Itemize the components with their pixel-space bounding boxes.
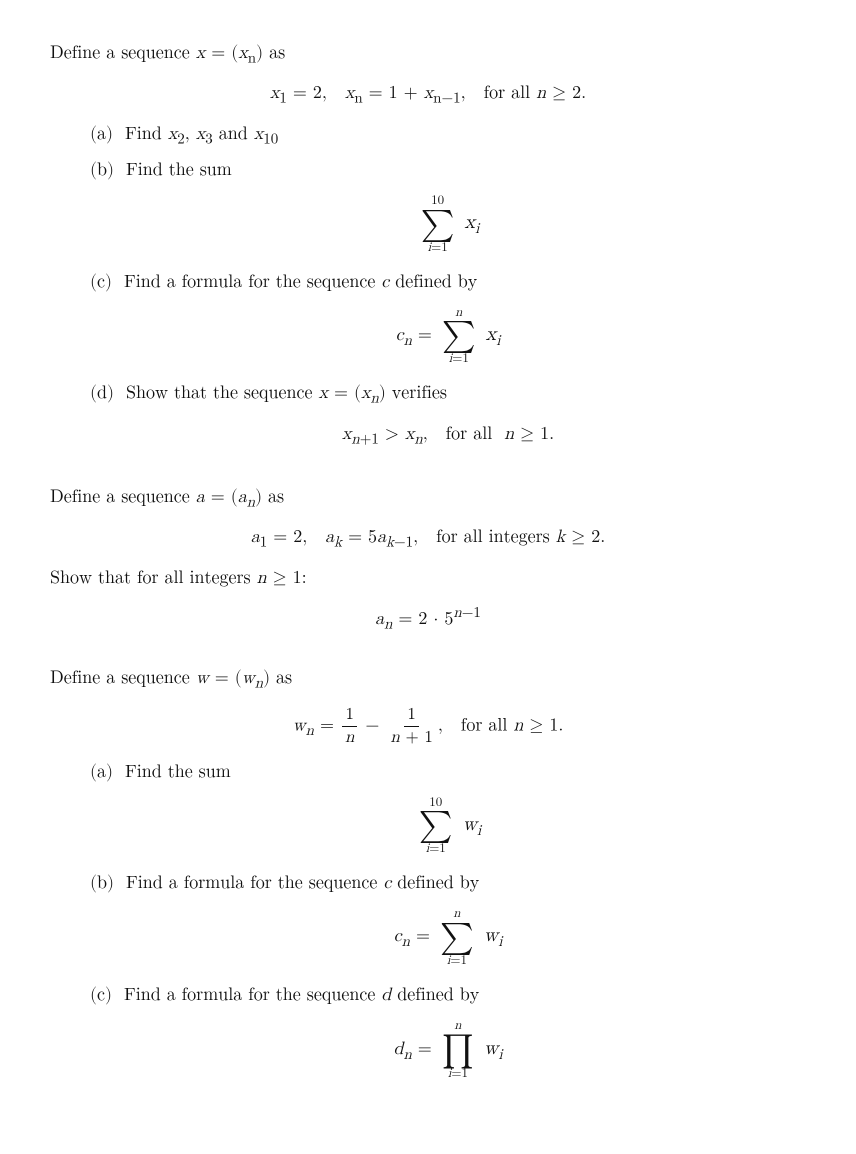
part3a-label: (a) Find the sum <box>90 759 806 786</box>
part-d-label: (d) Show that the sequence x = (xn) veri… <box>90 380 806 410</box>
part-a-label: (a) Find x2, x3 and x10 <box>90 121 806 151</box>
problem2-closed-form: an = 2 · 5n−1 <box>50 604 806 634</box>
problem3-sum-10: 10 ∑ i=1 wi <box>90 796 806 857</box>
problem3-part-b: (b) Find a formula for the sequence c de… <box>90 870 806 968</box>
problem1-intro: Define a sequence x = (xn) as <box>50 40 806 70</box>
part3b-label: (b) Find a formula for the sequence c de… <box>90 870 806 897</box>
part3c-label: (c) Find a formula for the sequence d de… <box>90 982 806 1009</box>
problem3-dn-formula: dn = n ∏ i=1 wi <box>90 1019 806 1082</box>
problem3-cn-formula: cn = n ∑ i=1 wi <box>90 907 806 968</box>
problem-2: Define a sequence a = (an) as a1 = 2, ak… <box>50 484 806 634</box>
problem1-part-a: (a) Find x2, x3 and x10 (b) Find the sum… <box>90 121 806 255</box>
problem3-intro: Define a sequence w = (wn) as <box>50 665 806 695</box>
problem-1: Define a sequence x = (xn) as x1 = 2, xn… <box>50 40 806 452</box>
problem2-intro: Define a sequence a = (an) as <box>50 484 806 514</box>
problem1-part-c: (c) Find a formula for the sequence c de… <box>90 269 806 367</box>
problem2-show-text: Show that for all integers n ≥ 1: <box>50 565 806 592</box>
problem3-formula: wn = 1 n − 1 n + 1 , for all n ≥ 1. <box>50 704 806 749</box>
problem1-part-d: (d) Show that the sequence x = (xn) veri… <box>90 380 806 451</box>
problem-3: Define a sequence w = (wn) as wn = 1 n −… <box>50 665 806 1081</box>
problem1-recurrence: x1 = 2, xn = 1 + xn−1, for all n ≥ 2. <box>50 78 806 111</box>
problem2-recurrence: a1 = 2, ak = 5ak−1, for all integers k ≥… <box>50 522 806 555</box>
problem1-inequality: xn+1 > xn, for all n ≥ 1. <box>90 419 806 452</box>
problem3-part-c: (c) Find a formula for the sequence d de… <box>90 982 806 1082</box>
problem3-part-a: (a) Find the sum 10 ∑ i=1 wi <box>90 759 806 857</box>
part-b-label: (b) Find the sum <box>90 157 806 184</box>
part-c-label: (c) Find a formula for the sequence c de… <box>90 269 806 296</box>
problem1-sum-10: 10 ∑ i=1 xi <box>90 194 806 255</box>
problem1-cn-formula: cn = n ∑ i=1 xi <box>90 306 806 367</box>
